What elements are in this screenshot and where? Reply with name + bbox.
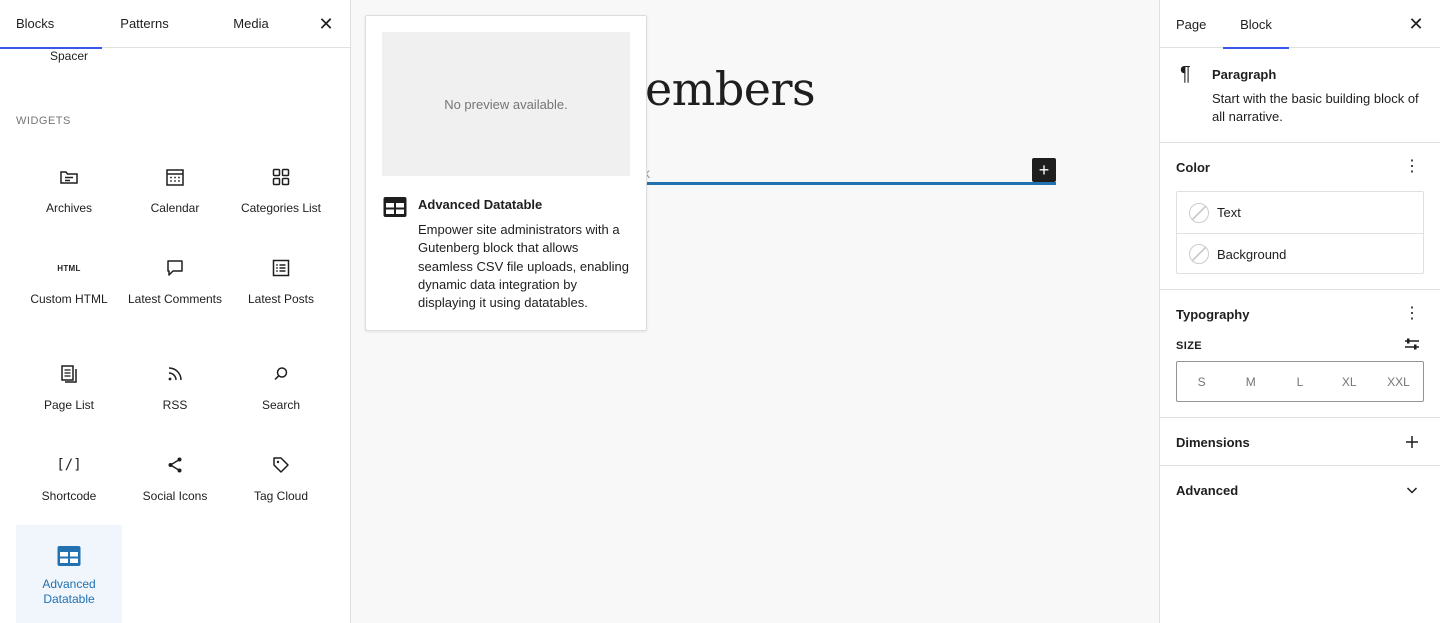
block-item-categories-list[interactable]: Categories List [228,165,334,216]
tag-icon [228,453,334,477]
page-list-icon [16,362,122,386]
editor-root: Blocks Patterns Media ✕ Spacer WIDGETS A… [0,0,1440,623]
block-item-label: RSS [162,398,188,412]
font-size-xxl[interactable]: XXL [1374,362,1423,401]
html-icon: HTML [57,263,81,273]
color-item-text[interactable]: Text [1177,192,1423,233]
divider [1160,417,1440,418]
color-panel-title: Color [1176,160,1210,175]
color-item-label: Background [1217,246,1287,262]
tab-media[interactable]: Media [187,0,315,48]
inserter-tabs: Blocks Patterns Media ✕ [0,0,350,49]
color-item-background[interactable]: Background [1177,233,1423,274]
block-item-label: Shortcode [41,489,97,503]
datatable-icon [16,544,122,568]
calendar-icon [122,165,228,189]
archive-icon [16,165,122,189]
search-icon [228,362,334,386]
block-item-label: Calendar [150,201,200,215]
tab-block[interactable]: Block [1223,0,1289,49]
datatable-icon [382,195,408,224]
block-item-calendar[interactable]: Calendar [122,165,228,216]
block-preview-popover: No preview available. Advanced Datatable… [365,15,647,331]
block-card: ¶ Paragraph Start with the basic buildin… [1160,48,1440,143]
block-item-label: Page List [43,398,95,412]
block-item-label: Tag Cloud [253,489,309,503]
typography-options-icon[interactable]: ⋮ [1404,306,1420,322]
block-item-spacer[interactable]: Spacer [16,49,122,63]
font-size-m[interactable]: M [1226,362,1275,401]
font-size-l[interactable]: L [1275,362,1324,401]
close-settings-icon[interactable]: ✕ [1406,14,1426,34]
block-item-advanced-datatable[interactable]: Advanced Datatable [16,525,122,623]
posts-list-icon [228,256,334,280]
tab-blocks[interactable]: Blocks [0,0,102,49]
preview-title: Advanced Datatable [418,197,543,212]
block-card-title: Paragraph [1212,67,1277,82]
font-size-s[interactable]: S [1177,362,1226,401]
preview-placeholder: No preview available. [382,32,630,176]
block-item-label: Search [261,398,301,412]
widgets-section-title: WIDGETS [16,115,71,127]
color-item-label: Text [1217,205,1241,220]
divider [1160,465,1440,466]
block-item-label: Advanced Datatable [42,577,96,606]
close-inserter-icon[interactable]: ✕ [316,14,336,34]
block-item-search[interactable]: Search [228,362,334,413]
color-options-icon[interactable]: ⋮ [1404,159,1420,175]
divider [1160,289,1440,290]
categories-icon [228,165,334,189]
block-item-archives[interactable]: Archives [16,165,122,216]
custom-size-settings-icon[interactable] [1404,336,1420,357]
size-label: SIZE [1176,340,1203,352]
block-item-latest-posts[interactable]: Latest Posts [228,256,334,307]
block-item-latest-comments[interactable]: Latest Comments [122,256,228,307]
color-items: Text Background [1176,191,1424,274]
block-item-label: Social Icons [142,489,208,503]
swatch-empty-icon [1189,202,1209,223]
swatch-empty-icon [1189,244,1209,264]
comment-icon [122,256,228,280]
block-item-custom-html[interactable]: HTML Custom HTML [16,256,122,307]
block-item-label: Categories List [240,201,322,215]
block-item-label: Latest Comments [127,292,223,306]
block-item-label: Latest Posts [247,292,315,306]
block-item-tag-cloud[interactable]: Tag Cloud [228,453,334,504]
post-heading[interactable]: embers [645,62,816,116]
settings-sidebar: Page Block ✕ ¶ Paragraph Start with the … [1159,0,1440,623]
block-item-rss[interactable]: RSS [122,362,228,413]
paragraph-icon: ¶ [1180,63,1191,85]
block-card-description: Start with the basic building block of a… [1212,91,1419,124]
block-item-social-icons[interactable]: Social Icons [122,453,228,504]
block-item-shortcode[interactable]: [/] Shortcode [16,453,122,504]
tab-patterns[interactable]: Patterns [102,0,187,48]
rss-icon [122,362,228,386]
preview-description: Empower site administrators with a Guten… [418,222,630,311]
dimensions-panel-title[interactable]: Dimensions [1176,435,1250,450]
font-size-picker: S M L XL XXL [1176,361,1424,402]
block-item-label: Archives [45,201,92,215]
advanced-panel-title[interactable]: Advanced [1176,483,1238,498]
add-block-button[interactable]: + [1032,158,1056,182]
selected-paragraph-outline[interactable] [645,182,1056,185]
typography-panel-title: Typography [1176,307,1250,322]
tab-page[interactable]: Page [1176,0,1206,48]
block-item-label: Custom HTML [30,292,108,306]
plus-icon[interactable] [1404,434,1420,455]
share-icon [122,453,228,477]
font-size-xl[interactable]: XL [1325,362,1374,401]
shortcode-icon: [/] [56,457,82,473]
chevron-down-icon[interactable] [1404,482,1420,503]
settings-tabs: Page Block ✕ [1160,0,1440,49]
block-item-page-list[interactable]: Page List [16,362,122,413]
block-inserter-panel: Blocks Patterns Media ✕ Spacer WIDGETS A… [0,0,351,623]
